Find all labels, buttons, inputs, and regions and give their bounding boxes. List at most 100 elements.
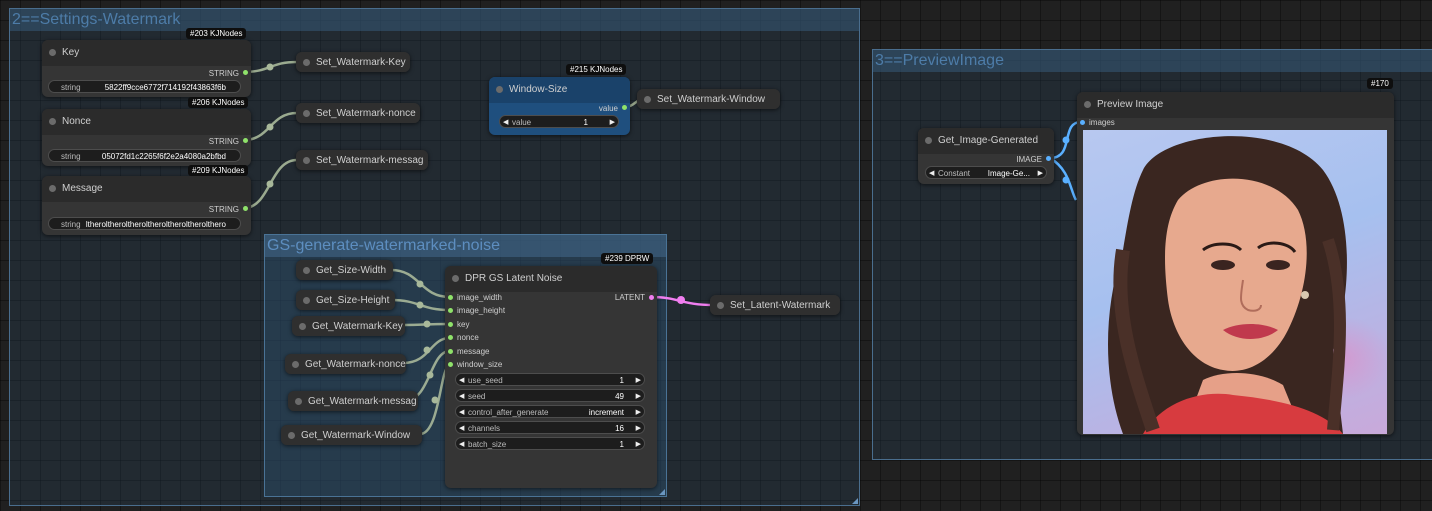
widget-value: increment <box>588 408 624 417</box>
collapse-dot-icon[interactable] <box>644 96 651 103</box>
input-socket-image-height[interactable] <box>448 308 453 313</box>
input-socket-nonce[interactable] <box>448 335 453 340</box>
input-socket-key[interactable] <box>448 322 453 327</box>
collapse-dot-icon[interactable] <box>292 361 299 368</box>
decrement-arrow-icon[interactable]: ◀ <box>459 422 464 435</box>
node-nonce[interactable]: Nonce STRING string 05072fd1c2265f6f2e2a… <box>42 109 251 166</box>
collapse-dot-icon[interactable] <box>303 59 310 66</box>
node-get-watermark-window[interactable]: Get_Watermark-Window <box>281 425 422 445</box>
decrement-arrow-icon[interactable]: ◀ <box>929 167 934 180</box>
input-socket-window-size[interactable] <box>448 362 453 367</box>
collapse-dot-icon[interactable] <box>49 185 56 192</box>
widget-label: batch_size <box>468 440 507 449</box>
value-widget[interactable]: ◀ value 1 ▶ <box>499 115 619 128</box>
node-preview-image[interactable]: Preview Image images <box>1077 92 1394 435</box>
decrement-arrow-icon[interactable]: ◀ <box>459 438 464 451</box>
node-title: Get_Size-Width <box>296 260 393 280</box>
input-socket-message[interactable] <box>448 349 453 354</box>
node-get-image-generated[interactable]: Get_Image-Generated IMAGE ◀ Constant Ima… <box>918 128 1054 184</box>
node-set-watermark-messag[interactable]: Set_Watermark-messag <box>296 150 428 170</box>
increment-arrow-icon[interactable]: ▶ <box>636 406 641 419</box>
node-get-size-width[interactable]: Get_Size-Width <box>296 260 393 280</box>
collapse-dot-icon[interactable] <box>717 302 724 309</box>
control-after-generate-widget[interactable]: ◀ control_after_generate increment ▶ <box>455 405 645 418</box>
use-seed-widget[interactable]: ◀ use_seed 1 ▶ <box>455 373 645 386</box>
node-get-watermark-messag[interactable]: Get_Watermark-messag <box>288 391 418 411</box>
node-title: Set_Watermark-nonce <box>296 103 420 123</box>
collapse-dot-icon[interactable] <box>295 398 302 405</box>
node-badge: #209 KJNodes <box>188 165 249 176</box>
node-message[interactable]: Message STRING string ltheroltherolthero… <box>42 176 251 235</box>
message-widget[interactable]: string ltheroltheroltheroltheroltherolth… <box>48 217 241 230</box>
constant-widget[interactable]: ◀ Constant Image-Ge... ▶ <box>925 166 1047 179</box>
output-socket[interactable] <box>243 138 248 143</box>
seed-widget[interactable]: ◀ seed 49 ▶ <box>455 389 645 402</box>
widget-label: control_after_generate <box>468 408 549 417</box>
widget-label: use_seed <box>468 376 503 385</box>
node-get-watermark-key[interactable]: Get_Watermark-Key <box>292 316 405 336</box>
widget-label: value <box>512 118 532 127</box>
widget-label: string <box>61 152 81 161</box>
increment-arrow-icon[interactable]: ▶ <box>1038 167 1043 180</box>
node-set-watermark-key[interactable]: Set_Watermark-Key <box>296 52 410 72</box>
output-socket[interactable] <box>243 206 248 211</box>
node-dpr-gs-latent-noise[interactable]: DPR GS Latent Noise image_width image_he… <box>445 266 657 488</box>
node-key[interactable]: Key STRING string 5822ff9cce6772f714192f… <box>42 40 251 97</box>
portrait-illustration <box>1108 136 1347 434</box>
collapse-dot-icon[interactable] <box>496 86 503 93</box>
decrement-arrow-icon[interactable]: ◀ <box>503 116 508 129</box>
decrement-arrow-icon[interactable]: ◀ <box>459 406 464 419</box>
decrement-arrow-icon[interactable]: ◀ <box>459 390 464 403</box>
node-title: Get_Watermark-nonce <box>285 354 406 374</box>
output-label: STRING <box>208 69 239 78</box>
node-title: Set_Watermark-Window <box>637 89 780 109</box>
node-set-watermark-window[interactable]: Set_Watermark-Window <box>637 89 780 109</box>
input-label: image_height <box>457 306 506 315</box>
output-label: LATENT <box>614 293 645 302</box>
input-label: nonce <box>457 333 479 342</box>
node-set-latent-watermark[interactable]: Set_Latent-Watermark <box>710 295 840 315</box>
collapse-dot-icon[interactable] <box>288 432 295 439</box>
increment-arrow-icon[interactable]: ▶ <box>636 374 641 387</box>
output-socket[interactable] <box>622 105 627 110</box>
node-set-watermark-nonce[interactable]: Set_Watermark-nonce <box>296 103 420 123</box>
node-get-size-height[interactable]: Get_Size-Height <box>296 290 395 310</box>
node-badge: #203 KJNodes <box>186 28 247 39</box>
collapse-dot-icon[interactable] <box>49 118 56 125</box>
node-title: Message <box>42 176 251 202</box>
node-get-watermark-nonce[interactable]: Get_Watermark-nonce <box>285 354 406 374</box>
image-link-midpoint <box>1062 136 1070 144</box>
input-socket-images[interactable] <box>1080 120 1085 125</box>
batch-size-widget[interactable]: ◀ batch_size 1 ▶ <box>455 437 645 450</box>
collapse-dot-icon[interactable] <box>452 275 459 282</box>
input-label: image_width <box>457 293 502 302</box>
decrement-arrow-icon[interactable]: ◀ <box>459 374 464 387</box>
widget-label: channels <box>468 424 501 433</box>
increment-arrow-icon[interactable]: ▶ <box>636 438 641 451</box>
output-socket-latent[interactable] <box>649 295 654 300</box>
output-socket[interactable] <box>243 70 248 75</box>
key-widget[interactable]: string 5822ff9cce6772f714192f43863f6b <box>48 80 241 93</box>
node-title: Get_Watermark-Window <box>281 425 422 445</box>
collapse-dot-icon[interactable] <box>303 110 310 117</box>
collapse-dot-icon[interactable] <box>303 157 310 164</box>
output-label: IMAGE <box>1016 155 1042 164</box>
node-title: Get_Watermark-Key <box>292 316 405 336</box>
channels-widget[interactable]: ◀ channels 16 ▶ <box>455 421 645 434</box>
output-socket-image[interactable] <box>1046 156 1051 161</box>
collapse-dot-icon[interactable] <box>1084 101 1091 108</box>
collapse-dot-icon[interactable] <box>303 297 310 304</box>
node-title: Key <box>42 40 251 66</box>
increment-arrow-icon[interactable]: ▶ <box>636 422 641 435</box>
collapse-dot-icon[interactable] <box>299 323 306 330</box>
node-window-size[interactable]: Window-Size value ◀ value 1 ▶ <box>489 77 630 135</box>
collapse-dot-icon[interactable] <box>925 137 932 144</box>
increment-arrow-icon[interactable]: ▶ <box>636 390 641 403</box>
collapse-dot-icon[interactable] <box>303 267 310 274</box>
preview-image-portrait[interactable] <box>1083 130 1387 434</box>
collapse-dot-icon[interactable] <box>49 49 56 56</box>
node-title: Get_Watermark-messag <box>288 391 418 411</box>
nonce-widget[interactable]: string 05072fd1c2265f6f2e2a4080a2bfbd <box>48 149 241 162</box>
increment-arrow-icon[interactable]: ▶ <box>610 116 615 129</box>
input-socket-image-width[interactable] <box>448 295 453 300</box>
